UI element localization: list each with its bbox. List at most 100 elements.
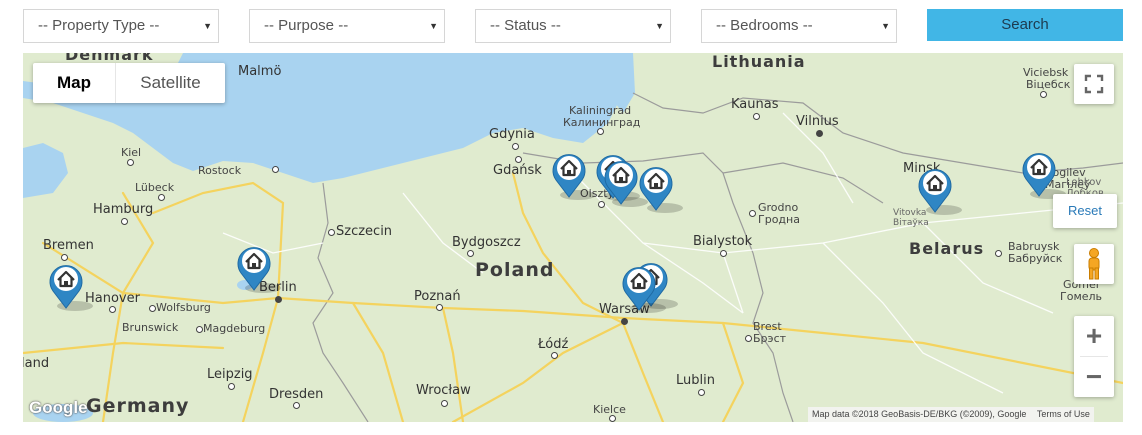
city-dot xyxy=(551,352,558,359)
property-marker[interactable] xyxy=(637,163,683,213)
city-dot xyxy=(720,250,727,257)
city-label-kaunas: Kaunas xyxy=(731,97,779,112)
city-dot xyxy=(228,383,235,390)
city-dot xyxy=(109,306,116,313)
zoom-out-button[interactable]: − xyxy=(1074,357,1114,397)
property-filter-bar: -- Property Type -- ▼ -- Purpose -- ▼ --… xyxy=(0,0,1142,52)
city-label-bydgoszcz: Bydgoszcz xyxy=(452,235,521,250)
map-attribution: Map data ©2018 GeoBasis-DE/BKG (©2009), … xyxy=(808,407,1094,422)
city-label-poznan: Poznań xyxy=(414,289,461,304)
property-map[interactable]: Denmark Lithuania Poland Belarus Germany… xyxy=(23,53,1123,422)
city-label-lubeck: Lübeck xyxy=(135,181,175,194)
city-dot xyxy=(1040,91,1047,98)
city-label-gomel-ru: Гомель xyxy=(1060,290,1103,303)
house-pin-icon xyxy=(49,265,83,309)
chevron-down-icon: ▼ xyxy=(203,21,212,31)
city-label-kielce: Kielce xyxy=(593,403,626,416)
house-pin-icon xyxy=(552,154,586,198)
city-label-grodno-ru: Гродна xyxy=(758,213,800,226)
city-label-hanover: Hanover xyxy=(85,291,140,306)
city-dot xyxy=(272,166,279,173)
city-dot xyxy=(158,194,165,201)
city-label-magdeburg: Magdeburg xyxy=(203,322,266,335)
google-logo: Google xyxy=(29,398,88,417)
city-label-lodz: Łódź xyxy=(538,337,569,352)
city-dot xyxy=(749,210,756,217)
city-label-vitovka-ru: Вітаўка xyxy=(893,218,929,228)
city-label-malmo: Malmö xyxy=(238,64,282,79)
bedrooms-value: -- Bedrooms -- xyxy=(716,17,813,34)
reset-button[interactable]: Reset xyxy=(1053,194,1117,228)
property-marker[interactable] xyxy=(550,150,596,200)
city-label-land: land xyxy=(23,356,50,371)
country-label-poland: Poland xyxy=(475,259,555,281)
city-dot xyxy=(753,113,760,120)
house-pin-icon xyxy=(918,169,952,213)
fullscreen-icon xyxy=(1084,74,1104,94)
capital-dot xyxy=(621,318,628,325)
city-label-bremen: Bremen xyxy=(43,238,94,253)
city-dot xyxy=(995,250,1002,257)
city-label-babruysk-ru: Бабруйск xyxy=(1008,252,1063,265)
property-marker[interactable] xyxy=(47,261,93,311)
zoom-in-button[interactable]: + xyxy=(1074,316,1114,356)
property-type-select[interactable]: -- Property Type -- ▼ xyxy=(23,9,219,43)
country-label-germany: Germany xyxy=(86,395,190,417)
city-label-szczecin: Szczecin xyxy=(336,224,393,239)
chevron-down-icon: ▼ xyxy=(881,21,890,31)
city-label-kiel: Kiel xyxy=(121,146,142,159)
chevron-down-icon: ▼ xyxy=(655,21,664,31)
map-type-satellite-button[interactable]: Satellite xyxy=(115,63,225,103)
city-label-dresden: Dresden xyxy=(269,387,324,402)
purpose-select[interactable]: -- Purpose -- ▼ xyxy=(249,9,445,43)
city-label-wolfsburg: Wolfsburg xyxy=(156,301,211,314)
city-dot xyxy=(512,143,519,150)
capital-dot xyxy=(275,296,282,303)
city-dot xyxy=(745,335,752,342)
city-label-wroclaw: Wrocław xyxy=(416,383,471,398)
terms-link[interactable]: Terms of Use xyxy=(1037,409,1090,419)
property-marker[interactable] xyxy=(620,263,666,313)
city-label-leipzig: Leipzig xyxy=(207,367,253,382)
property-marker[interactable] xyxy=(602,157,648,207)
purpose-value: -- Purpose -- xyxy=(264,17,349,34)
fullscreen-button[interactable] xyxy=(1074,64,1114,104)
property-marker[interactable] xyxy=(1020,149,1066,199)
street-view-pegman[interactable] xyxy=(1074,244,1114,284)
city-dot xyxy=(328,229,335,236)
country-label-lithuania: Lithuania xyxy=(712,53,806,71)
city-dot xyxy=(121,218,128,225)
map-type-map-button[interactable]: Map xyxy=(33,63,115,103)
property-type-value: -- Property Type -- xyxy=(38,17,160,34)
status-value: -- Status -- xyxy=(490,17,561,34)
city-label-gdansk: Gdańsk xyxy=(493,163,542,178)
bedrooms-select[interactable]: -- Bedrooms -- ▼ xyxy=(701,9,897,43)
property-marker[interactable] xyxy=(235,243,281,293)
house-pin-icon xyxy=(604,161,638,205)
property-marker[interactable] xyxy=(916,165,962,215)
city-dot xyxy=(515,156,522,163)
country-label-belarus: Belarus xyxy=(909,239,985,258)
status-select[interactable]: -- Status -- ▼ xyxy=(475,9,671,43)
house-pin-icon xyxy=(237,247,271,291)
city-dot xyxy=(149,305,156,312)
city-dot xyxy=(609,415,616,422)
city-dot xyxy=(698,389,705,396)
city-dot xyxy=(196,326,203,333)
city-label-viciebsk-ru: Віцебск xyxy=(1026,78,1071,91)
city-dot xyxy=(597,128,604,135)
pegman-icon xyxy=(1088,248,1100,280)
map-type-control: Map Satellite xyxy=(33,63,225,103)
city-label-lublin: Lublin xyxy=(676,373,715,388)
city-label-brest-ru: Брэст xyxy=(753,332,787,345)
city-dot xyxy=(293,402,300,409)
city-dot xyxy=(61,254,68,261)
city-label-brunswick: Brunswick xyxy=(122,321,179,334)
city-label-bialystok: Bialystok xyxy=(693,234,753,249)
zoom-control: + − xyxy=(1074,316,1114,397)
house-pin-icon xyxy=(639,167,673,211)
city-label-gdynia: Gdynia xyxy=(489,127,535,142)
city-dot xyxy=(467,250,474,257)
house-pin-icon xyxy=(1022,153,1056,197)
search-button[interactable]: Search xyxy=(927,9,1123,41)
